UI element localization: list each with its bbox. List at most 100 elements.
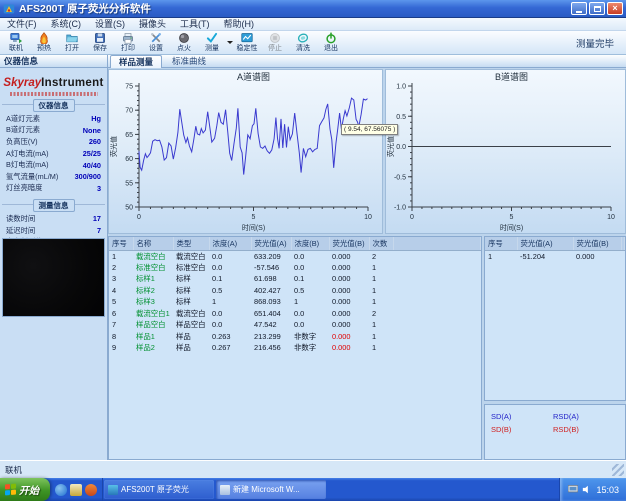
column-header[interactable]: 浓度(A) bbox=[209, 237, 251, 250]
table-row[interactable]: 7样品空白样品空白0.047.5420.00.0001 bbox=[109, 319, 481, 331]
stability-button[interactable]: 稳定性 bbox=[233, 31, 261, 54]
print-button[interactable]: 打印 bbox=[114, 31, 142, 54]
info-row: B灯电流(mA)40/40 bbox=[4, 159, 103, 171]
ignite-button[interactable]: 点火 bbox=[170, 31, 198, 54]
save-button[interactable]: 保存 bbox=[86, 31, 114, 54]
table-row[interactable]: 9样品2样品0.267216.456非数字0.0001 bbox=[109, 342, 481, 354]
stop-icon bbox=[269, 32, 281, 44]
cell: 1 bbox=[485, 250, 517, 262]
svg-text:-0.5: -0.5 bbox=[394, 174, 406, 181]
cell: 标样3 bbox=[133, 296, 173, 308]
preheat-button[interactable]: 预热 bbox=[30, 31, 58, 54]
column-header[interactable]: 名称 bbox=[133, 237, 173, 250]
display-tray-icon[interactable] bbox=[568, 485, 578, 494]
cell: 0.1 bbox=[209, 273, 251, 285]
column-header[interactable]: 次数 bbox=[369, 237, 393, 250]
svg-text:0.5: 0.5 bbox=[396, 114, 406, 121]
media-player-icon[interactable] bbox=[85, 484, 97, 496]
table-row[interactable]: 1-51.2040.000 bbox=[485, 250, 625, 262]
info-row: 延迟时间7 bbox=[4, 225, 103, 237]
show-desktop-icon[interactable] bbox=[70, 484, 82, 496]
connect-icon bbox=[10, 32, 22, 44]
channel-b-chart[interactable]: B道谱图荧光值-1.0-0.50.00.51.00510时间(S) bbox=[386, 70, 625, 234]
column-header[interactable]: 荧光值(A) bbox=[251, 237, 291, 250]
minimize-button[interactable] bbox=[571, 2, 587, 15]
menu-camera[interactable]: 摄像头 bbox=[132, 18, 173, 31]
stop-button[interactable]: 停止 bbox=[261, 31, 289, 54]
content-area: 样品测量 标准曲线 A道谱图荧光值5055606570750510时间(S) B… bbox=[108, 55, 626, 460]
svg-text:10: 10 bbox=[364, 214, 372, 221]
system-tray: 15:03 bbox=[559, 478, 626, 501]
menu-system[interactable]: 系统(C) bbox=[44, 18, 89, 31]
column-header[interactable]: 序号 bbox=[109, 237, 133, 250]
table-row[interactable]: 4标样2标样0.5402.4270.50.0001 bbox=[109, 285, 481, 297]
tab-standard-curve[interactable]: 标准曲线 bbox=[164, 55, 214, 68]
cell: 633.209 bbox=[251, 250, 291, 262]
cell: -57.546 bbox=[251, 262, 291, 274]
cell: 0.000 bbox=[573, 250, 621, 262]
cell: 0.0 bbox=[291, 319, 329, 331]
svg-text:A道谱图: A道谱图 bbox=[237, 71, 270, 82]
column-header[interactable]: 荧光值(B) bbox=[573, 237, 621, 250]
taskbar-app-word[interactable]: 新建 Microsoft W... bbox=[216, 480, 326, 499]
channel-a-chart[interactable]: A道谱图荧光值5055606570750510时间(S) bbox=[109, 70, 382, 234]
column-header[interactable]: 浓度(B) bbox=[291, 237, 329, 250]
cell: 5 bbox=[109, 296, 133, 308]
restore-button[interactable] bbox=[589, 2, 605, 15]
svg-text:-1.0: -1.0 bbox=[394, 205, 406, 212]
table-row[interactable]: 8样品1样品0.263213.299非数字0.0001 bbox=[109, 331, 481, 343]
cell: 0.000 bbox=[329, 331, 369, 343]
rsd-b-label: RSD(B) bbox=[553, 425, 615, 434]
table-row[interactable]: 3标样1标样0.161.6980.10.0001 bbox=[109, 273, 481, 285]
column-header[interactable]: 序号 bbox=[485, 237, 517, 250]
cell: 0.5 bbox=[209, 285, 251, 297]
reading-table[interactable]: 序号荧光值(A)荧光值(B)1-51.2040.000 bbox=[485, 237, 625, 262]
open-button[interactable]: 打开 bbox=[58, 31, 86, 54]
info-row: 氩气流量(mL/M)300/900 bbox=[4, 171, 103, 183]
svg-text:时间(S): 时间(S) bbox=[242, 223, 265, 232]
volume-icon[interactable] bbox=[582, 485, 592, 494]
exit-button[interactable]: 退出 bbox=[317, 31, 345, 54]
resize-grip[interactable] bbox=[612, 464, 624, 476]
cell: 样品 bbox=[173, 331, 209, 343]
table-row[interactable]: 2标准空白标准空白0.0-57.5460.00.0001 bbox=[109, 262, 481, 274]
svg-text:5: 5 bbox=[252, 214, 256, 221]
cell: 1 bbox=[369, 331, 393, 343]
svg-text:时间(S): 时间(S) bbox=[500, 223, 523, 232]
column-header[interactable]: 荧光值(B) bbox=[329, 237, 369, 250]
tab-sample-measure[interactable]: 样品测量 bbox=[110, 55, 162, 68]
cell: 0.0 bbox=[291, 308, 329, 320]
cell: 载流空白 bbox=[133, 250, 173, 262]
cell: 0.0 bbox=[209, 250, 251, 262]
stability-icon bbox=[241, 32, 253, 44]
window-title: AFS200T 原子荧光分析软件 bbox=[19, 1, 569, 16]
info-row: B道灯元素None bbox=[4, 125, 103, 137]
cell: 0.0 bbox=[209, 308, 251, 320]
table-row[interactable]: 5标样3标样1868.09310.0001 bbox=[109, 296, 481, 308]
measure-button[interactable]: 测量 bbox=[198, 31, 226, 54]
settings-button[interactable]: 设置 bbox=[142, 31, 170, 54]
taskbar-app-afs[interactable]: AFS200T 原子荧光 bbox=[104, 480, 214, 499]
cell: 2 bbox=[369, 250, 393, 262]
column-header[interactable]: 类型 bbox=[173, 237, 209, 250]
menu-settings[interactable]: 设置(S) bbox=[88, 18, 132, 31]
cell: 7 bbox=[109, 319, 133, 331]
table-row[interactable]: 1载流空白载流空白0.0633.2090.00.0002 bbox=[109, 250, 481, 262]
column-header[interactable]: 荧光值(A) bbox=[517, 237, 573, 250]
close-button[interactable]: × bbox=[607, 2, 623, 15]
clean-button[interactable]: 清洗 bbox=[289, 31, 317, 54]
ie-icon[interactable] bbox=[55, 484, 67, 496]
connect-button[interactable]: 联机 bbox=[2, 31, 30, 54]
sample-results-table[interactable]: 序号名称类型浓度(A)荧光值(A)浓度(B)荧光值(B)次数1载流空白载流空白0… bbox=[109, 237, 481, 354]
svg-text:0: 0 bbox=[137, 214, 141, 221]
svg-text:50: 50 bbox=[125, 205, 133, 212]
start-button[interactable]: 开始 bbox=[0, 478, 50, 501]
menu-help[interactable]: 帮助(H) bbox=[217, 18, 262, 31]
taskbar-clock: 15:03 bbox=[596, 485, 619, 495]
table-row[interactable]: 6载流空白1载流空白0.0651.4040.00.0002 bbox=[109, 308, 481, 320]
menu-bar: 文件(F) 系统(C) 设置(S) 摄像头 工具(T) 帮助(H) bbox=[0, 18, 626, 31]
menu-tools[interactable]: 工具(T) bbox=[173, 18, 217, 31]
svg-text:60: 60 bbox=[125, 156, 133, 163]
sample-table-panel: 序号名称类型浓度(A)荧光值(A)浓度(B)荧光值(B)次数1载流空白载流空白0… bbox=[108, 236, 482, 460]
menu-file[interactable]: 文件(F) bbox=[0, 18, 44, 31]
